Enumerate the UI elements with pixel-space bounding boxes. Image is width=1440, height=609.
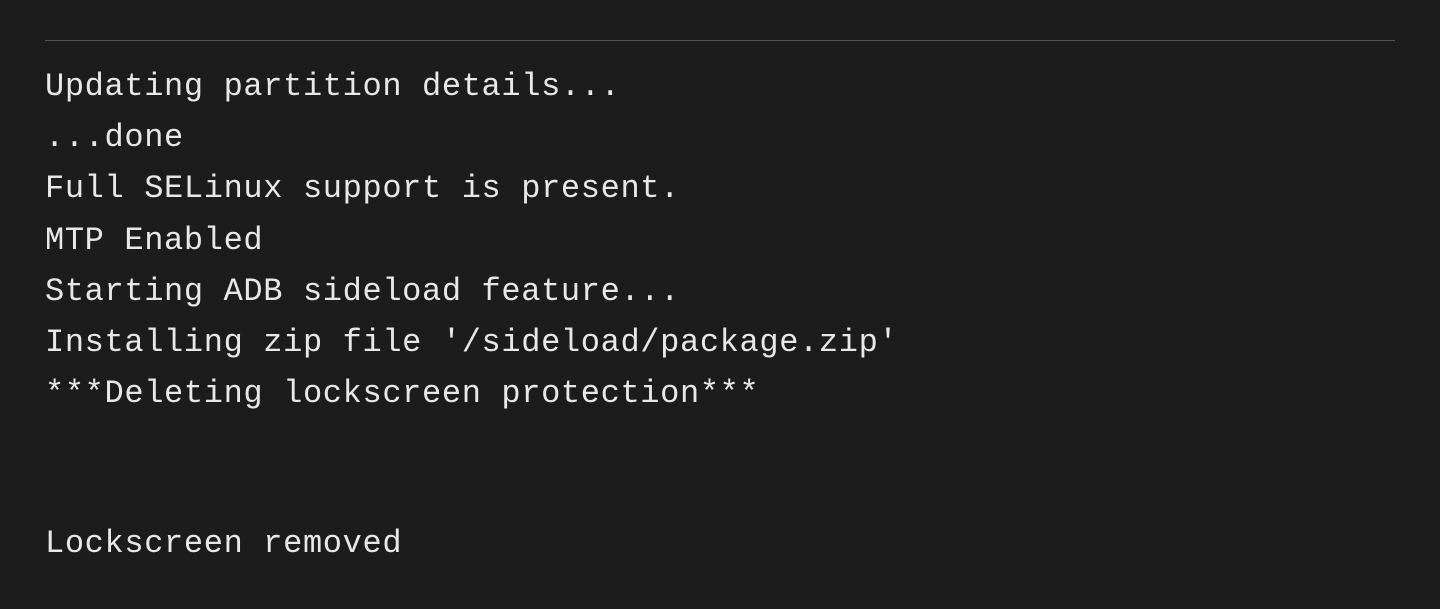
- terminal-divider: [45, 40, 1395, 41]
- terminal-line-3: Full SELinux support is present.: [45, 163, 1395, 214]
- terminal-line-5: Starting ADB sideload feature...: [45, 266, 1395, 317]
- terminal-line-8: [45, 419, 1395, 468]
- terminal-line-7: ***Deleting lockscreen protection***: [45, 368, 1395, 419]
- terminal-line-4: MTP Enabled: [45, 215, 1395, 266]
- terminal-line-1: Updating partition details...: [45, 61, 1395, 112]
- terminal-line-9: [45, 469, 1395, 518]
- terminal-window: Updating partition details... ...done Fu…: [0, 0, 1440, 609]
- terminal-line-6: Installing zip file '/sideload/package.z…: [45, 317, 1395, 368]
- terminal-line-2: ...done: [45, 112, 1395, 163]
- terminal-line-10: Lockscreen removed: [45, 518, 1395, 569]
